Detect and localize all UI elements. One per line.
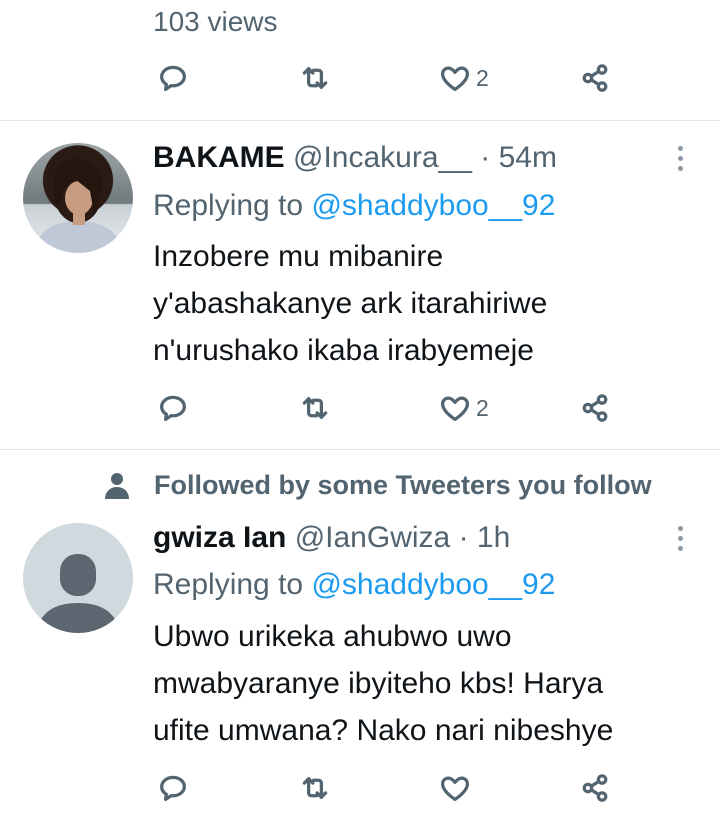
reply-button[interactable]: [156, 388, 190, 428]
tweet-text: Ubwo urikeka ahubwo uwo mwabyaranye ibyi…: [153, 613, 713, 754]
more-vertical-icon: [677, 525, 683, 531]
divider: [0, 449, 720, 450]
share-icon: [582, 64, 608, 92]
reply-icon: [160, 775, 186, 801]
retweet-icon: [302, 777, 328, 799]
like-button[interactable]: 2: [438, 58, 489, 98]
user-handle[interactable]: @IanGwiza: [295, 521, 451, 554]
tweet-text-line: mwabyaranye ibyiteho kbs! Harya: [153, 667, 604, 700]
more-dot: [677, 535, 683, 541]
profile-photo: [38, 158, 118, 253]
tweet-action-bar: [153, 768, 623, 808]
separator-dot: ·: [480, 141, 491, 174]
tweet-action-bar: 2: [153, 388, 623, 428]
social-context: Followed by some Tweeters you follow: [100, 469, 652, 501]
retweet-icon: [302, 67, 328, 89]
reply-button[interactable]: [156, 768, 190, 808]
divider: [0, 120, 720, 121]
tweet-text-line: n'urushako ikaba irabyemeje: [153, 334, 534, 367]
like-button[interactable]: [438, 768, 476, 808]
tweet-time[interactable]: 1h: [477, 521, 510, 554]
more-dot: [677, 155, 683, 161]
like-button[interactable]: 2: [438, 388, 489, 428]
tweet-header: gwiza Ian @IanGwiza · 1h: [153, 520, 510, 556]
view-count: 103 views: [153, 6, 278, 37]
avatar[interactable]: [23, 143, 133, 253]
more-vertical-icon: [677, 145, 683, 151]
replying-label: Replying to: [153, 189, 304, 222]
more-dot: [677, 545, 683, 551]
tweet-text-line: Ubwo urikeka ahubwo uwo: [153, 620, 512, 653]
retweet-button[interactable]: [298, 58, 332, 98]
tweet-text-line: Inzobere mu mibanire: [153, 240, 444, 273]
like-count: 2: [476, 394, 489, 421]
share-button[interactable]: [578, 58, 612, 98]
reply-icon: [160, 395, 186, 421]
user-handle[interactable]: @Incakura__: [293, 141, 472, 174]
retweet-button[interactable]: [298, 388, 332, 428]
replying-mention[interactable]: @shaddyboo__92: [311, 189, 555, 222]
social-context-label[interactable]: Followed by some Tweeters you follow: [154, 470, 652, 501]
reply-button[interactable]: [156, 58, 190, 98]
tweet-time[interactable]: 54m: [499, 141, 557, 174]
more-dot: [677, 165, 683, 171]
share-icon: [582, 774, 608, 802]
heart-icon: [440, 66, 470, 91]
replying-to: Replying to @shaddyboo__92: [153, 188, 555, 224]
display-name[interactable]: gwiza Ian: [153, 521, 286, 554]
heart-icon: [440, 776, 470, 801]
display-name[interactable]: BAKAME: [153, 141, 285, 174]
share-button[interactable]: [578, 388, 612, 428]
retweet-icon: [302, 397, 328, 419]
tweet-text-line: y'abashakanye ark itarahiriwe: [153, 287, 548, 320]
tweet-action-bar: 2: [153, 58, 623, 98]
retweet-button[interactable]: [298, 768, 332, 808]
tweet-text: Inzobere mu mibanire y'abashakanye ark i…: [153, 233, 713, 374]
reply-icon: [160, 65, 186, 91]
replying-to: Replying to @shaddyboo__92: [153, 567, 555, 603]
default-avatar: [36, 554, 120, 633]
more-options-button[interactable]: [668, 520, 692, 556]
more-options-button[interactable]: [668, 140, 692, 176]
share-icon: [582, 394, 608, 422]
like-count: 2: [476, 64, 489, 91]
replying-label: Replying to: [153, 568, 304, 601]
separator-dot: ·: [458, 521, 469, 554]
tweet-text-line: ufite umwana? Nako nari nibeshye: [153, 714, 614, 747]
person-icon: [100, 470, 134, 500]
tweet-header: BAKAME @Incakura__ · 54m: [153, 140, 557, 176]
replying-mention[interactable]: @shaddyboo__92: [311, 568, 555, 601]
heart-icon: [440, 396, 470, 421]
avatar[interactable]: [23, 523, 133, 633]
share-button[interactable]: [578, 768, 612, 808]
